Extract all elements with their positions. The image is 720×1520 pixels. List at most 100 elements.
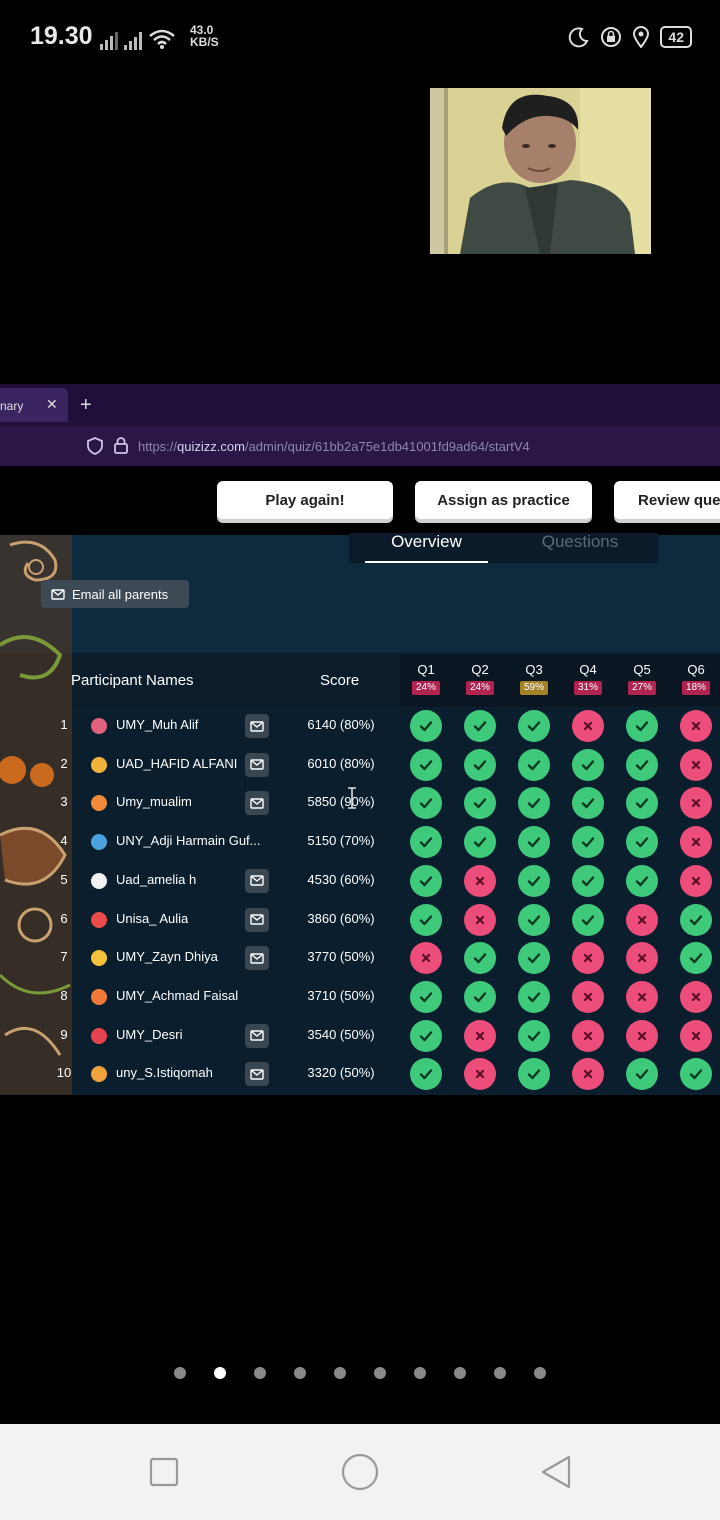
correct-answer-icon[interactable] (518, 748, 550, 781)
correct-answer-icon[interactable] (572, 903, 604, 936)
correct-answer-icon[interactable] (680, 1058, 712, 1091)
page-dot[interactable] (534, 1367, 546, 1379)
question-header-label[interactable]: Q6 (679, 662, 713, 677)
table-row[interactable]: 7 UMY_Zayn Dhiya 3770 (50%) (0, 939, 720, 977)
correct-answer-icon[interactable] (518, 710, 550, 742)
correct-answer-icon[interactable] (626, 1058, 658, 1091)
correct-answer-icon[interactable] (626, 826, 658, 859)
assign-as-practice-button[interactable]: Assign as practice (415, 481, 592, 519)
address-bar[interactable]: https://quizizz.com/admin/quiz/61bb2a75e… (138, 439, 530, 454)
page-dot[interactable] (454, 1367, 466, 1379)
close-tab-icon[interactable]: ✕ (46, 396, 58, 413)
incorrect-answer-icon[interactable] (626, 1019, 658, 1052)
email-parent-icon[interactable] (245, 868, 269, 893)
correct-answer-icon[interactable] (518, 826, 550, 859)
page-dot[interactable] (254, 1367, 266, 1379)
correct-answer-icon[interactable] (410, 748, 442, 781)
play-again-button[interactable]: Play again! (217, 481, 393, 519)
review-questions-button[interactable]: Review que (614, 481, 720, 519)
question-header-label[interactable]: Q1 (409, 662, 443, 677)
email-all-parents-button[interactable]: Email all parents (41, 580, 189, 608)
correct-answer-icon[interactable] (518, 787, 550, 820)
incorrect-answer-icon[interactable] (464, 903, 496, 936)
back-icon[interactable] (540, 1455, 572, 1489)
incorrect-answer-icon[interactable] (680, 826, 712, 859)
correct-answer-icon[interactable] (410, 903, 442, 936)
lock-icon[interactable] (113, 436, 129, 454)
table-row[interactable]: 5 Uad_amelia h 4530 (60%) (0, 862, 720, 900)
correct-answer-icon[interactable] (518, 1058, 550, 1091)
correct-answer-icon[interactable] (410, 826, 442, 859)
correct-answer-icon[interactable] (518, 864, 550, 897)
table-row[interactable]: 4 UNY_Adji Harmain Guf... 5150 (70%) (0, 823, 720, 861)
email-parent-icon[interactable] (245, 714, 269, 738)
question-header-label[interactable]: Q4 (571, 662, 605, 677)
correct-answer-icon[interactable] (410, 710, 442, 742)
incorrect-answer-icon[interactable] (572, 980, 604, 1013)
incorrect-answer-icon[interactable] (680, 980, 712, 1013)
incorrect-answer-icon[interactable] (410, 942, 442, 975)
email-parent-icon[interactable] (245, 791, 269, 816)
incorrect-answer-icon[interactable] (572, 710, 604, 742)
incorrect-answer-icon[interactable] (626, 980, 658, 1013)
correct-answer-icon[interactable] (464, 980, 496, 1013)
correct-answer-icon[interactable] (464, 787, 496, 820)
participant-name[interactable]: UNY_Adji Harmain Guf... (116, 833, 270, 848)
correct-answer-icon[interactable] (410, 1019, 442, 1052)
new-tab-icon[interactable]: + (80, 394, 92, 417)
correct-answer-icon[interactable] (626, 787, 658, 820)
question-header-label[interactable]: Q3 (517, 662, 551, 677)
shield-icon[interactable] (86, 437, 104, 455)
column-header-names[interactable]: Participant Names (71, 672, 194, 689)
correct-answer-icon[interactable] (410, 864, 442, 897)
incorrect-answer-icon[interactable] (680, 748, 712, 781)
correct-answer-icon[interactable] (680, 942, 712, 975)
page-dot[interactable] (294, 1367, 306, 1379)
incorrect-answer-icon[interactable] (680, 710, 712, 742)
correct-answer-icon[interactable] (518, 942, 550, 975)
correct-answer-icon[interactable] (464, 710, 496, 742)
page-dot[interactable] (214, 1367, 226, 1379)
table-row[interactable]: 10 uny_S.Istiqomah 3320 (50%) (0, 1055, 720, 1093)
incorrect-answer-icon[interactable] (626, 942, 658, 975)
incorrect-answer-icon[interactable] (464, 1058, 496, 1091)
column-header-score[interactable]: Score (320, 672, 359, 689)
email-parent-icon[interactable] (245, 946, 269, 971)
table-row[interactable]: 3 Umy_mualim 5850 (90%) (0, 784, 720, 822)
tab-questions[interactable]: Questions (520, 532, 640, 552)
correct-answer-icon[interactable] (680, 903, 712, 936)
incorrect-answer-icon[interactable] (572, 1058, 604, 1091)
correct-answer-icon[interactable] (572, 787, 604, 820)
incorrect-answer-icon[interactable] (464, 1019, 496, 1052)
table-row[interactable]: 9 UMY_Desri 3540 (50%) (0, 1017, 720, 1055)
participant-name[interactable]: UMY_Achmad Faisal (116, 988, 270, 1003)
email-parent-icon[interactable] (245, 752, 269, 777)
page-dot[interactable] (174, 1367, 186, 1379)
correct-answer-icon[interactable] (518, 1019, 550, 1052)
page-dot[interactable] (494, 1367, 506, 1379)
tab-overview[interactable]: Overview (365, 532, 488, 552)
email-parent-icon[interactable] (245, 1062, 269, 1087)
correct-answer-icon[interactable] (410, 787, 442, 820)
table-row[interactable]: 1 UMY_Muh Alif 6140 (80%) (0, 707, 720, 745)
correct-answer-icon[interactable] (410, 980, 442, 1013)
correct-answer-icon[interactable] (572, 748, 604, 781)
email-parent-icon[interactable] (245, 907, 269, 932)
question-header-label[interactable]: Q5 (625, 662, 659, 677)
question-header-label[interactable]: Q2 (463, 662, 497, 677)
correct-answer-icon[interactable] (518, 903, 550, 936)
correct-answer-icon[interactable] (626, 748, 658, 781)
page-dot[interactable] (414, 1367, 426, 1379)
table-row[interactable]: 8 UMY_Achmad Faisal 3710 (50%) (0, 978, 720, 1016)
correct-answer-icon[interactable] (410, 1058, 442, 1091)
correct-answer-icon[interactable] (464, 942, 496, 975)
incorrect-answer-icon[interactable] (572, 1019, 604, 1052)
correct-answer-icon[interactable] (626, 710, 658, 742)
incorrect-answer-icon[interactable] (626, 903, 658, 936)
incorrect-answer-icon[interactable] (680, 864, 712, 897)
page-dot[interactable] (334, 1367, 346, 1379)
page-dot[interactable] (374, 1367, 386, 1379)
correct-answer-icon[interactable] (518, 980, 550, 1013)
correct-answer-icon[interactable] (464, 748, 496, 781)
incorrect-answer-icon[interactable] (572, 942, 604, 975)
